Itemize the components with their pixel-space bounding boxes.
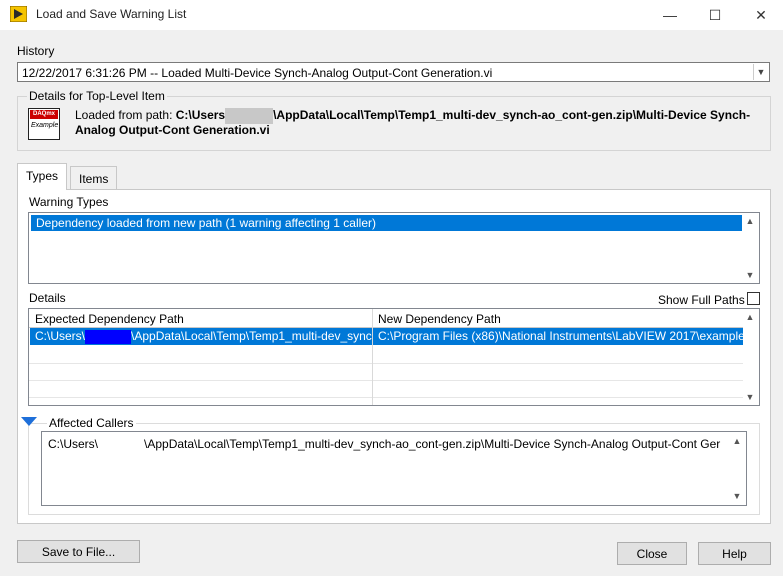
help-button[interactable]: Help: [698, 542, 771, 565]
show-full-paths-label: Show Full Paths: [658, 293, 745, 307]
expected-path-start: C:\Users\: [35, 329, 86, 343]
details-table[interactable]: Expected Dependency Path New Dependency …: [28, 308, 760, 406]
collapse-triangle-icon[interactable]: [21, 417, 37, 427]
scroll-up-icon[interactable]: ▲: [730, 436, 744, 446]
table-row[interactable]: C:\Users\ \AppData\Local\Temp\Temp1_multi…: [30, 328, 743, 345]
vi-icon-bottom-text: Example: [31, 122, 59, 129]
column-header-expected[interactable]: Expected Dependency Path: [35, 312, 184, 326]
warning-types-list[interactable]: Dependency loaded from new path (1 warni…: [28, 212, 760, 284]
path-rest: \AppData\Local\Temp\Temp1_multi-dev_sync…: [273, 108, 751, 123]
history-selected-value: 12/22/2017 6:31:26 PM -- Loaded Multi-De…: [22, 66, 493, 80]
expected-path-rest: \AppData\Local\Temp\Temp1_multi-dev_sync…: [131, 329, 372, 343]
show-full-paths-checkbox[interactable]: [747, 292, 760, 305]
title-bar: Load and Save Warning List — ☐ ✕: [0, 0, 783, 30]
vi-example-icon: DAQmx Example: [28, 108, 60, 140]
scroll-down-icon[interactable]: ▼: [730, 491, 744, 501]
scroll-up-icon[interactable]: ▲: [743, 216, 757, 226]
row-divider: [29, 363, 743, 364]
affected-callers-list[interactable]: C:\Users\ \AppData\Local\Temp\Temp1_multi…: [41, 431, 747, 506]
maximize-button[interactable]: ☐: [698, 0, 732, 30]
row-divider: [29, 397, 743, 398]
history-dropdown[interactable]: 12/22/2017 6:31:26 PM -- Loaded Multi-De…: [17, 62, 770, 82]
path-start: C:\Users: [175, 108, 226, 123]
save-to-file-button[interactable]: Save to File...: [17, 540, 140, 563]
scroll-down-icon[interactable]: ▼: [743, 270, 757, 280]
vi-icon-top-text: DAQmx: [30, 110, 58, 119]
expected-path-cell: C:\Users\ \AppData\Local\Temp\Temp1_multi…: [35, 328, 372, 345]
new-path-cell: C:\Program Files (x86)\National Instrume…: [378, 329, 743, 343]
redacted-username: [85, 329, 132, 344]
tab-types[interactable]: Types: [17, 163, 68, 190]
scroll-down-icon[interactable]: ▼: [743, 392, 757, 402]
minimize-button[interactable]: —: [653, 0, 687, 30]
close-button[interactable]: Close: [617, 542, 687, 565]
details-top-label: Details for Top-Level Item: [27, 89, 167, 103]
loaded-prefix: Loaded from path:: [75, 108, 176, 123]
chevron-down-icon[interactable]: ▼: [753, 64, 768, 80]
warning-types-label: Warning Types: [29, 195, 109, 209]
list-item[interactable]: C:\Users\ \AppData\Local\Temp\Temp1_multi…: [48, 437, 728, 451]
column-divider: [372, 309, 373, 405]
affected-callers-label: Affected Callers: [47, 416, 136, 430]
redacted-username: [225, 108, 274, 124]
caller-path-start: C:\Users\: [48, 437, 99, 451]
window-title: Load and Save Warning List: [36, 7, 187, 21]
history-label: History: [17, 44, 55, 58]
list-item[interactable]: Dependency loaded from new path (1 warni…: [31, 215, 742, 231]
close-window-button[interactable]: ✕: [744, 0, 778, 30]
column-header-new[interactable]: New Dependency Path: [378, 312, 501, 326]
labview-app-icon: [10, 6, 27, 22]
tab-items[interactable]: Items: [70, 166, 118, 190]
loaded-path-line2: Analog Output-Cont Generation.vi: [75, 123, 270, 137]
scroll-up-icon[interactable]: ▲: [743, 312, 757, 322]
row-divider: [29, 380, 743, 381]
caller-path-rest: \AppData\Local\Temp\Temp1_multi-dev_sync…: [144, 437, 721, 451]
details-label: Details: [29, 291, 66, 305]
loaded-path-line1: Loaded from path: C:\Users \AppData\Local…: [75, 108, 750, 124]
